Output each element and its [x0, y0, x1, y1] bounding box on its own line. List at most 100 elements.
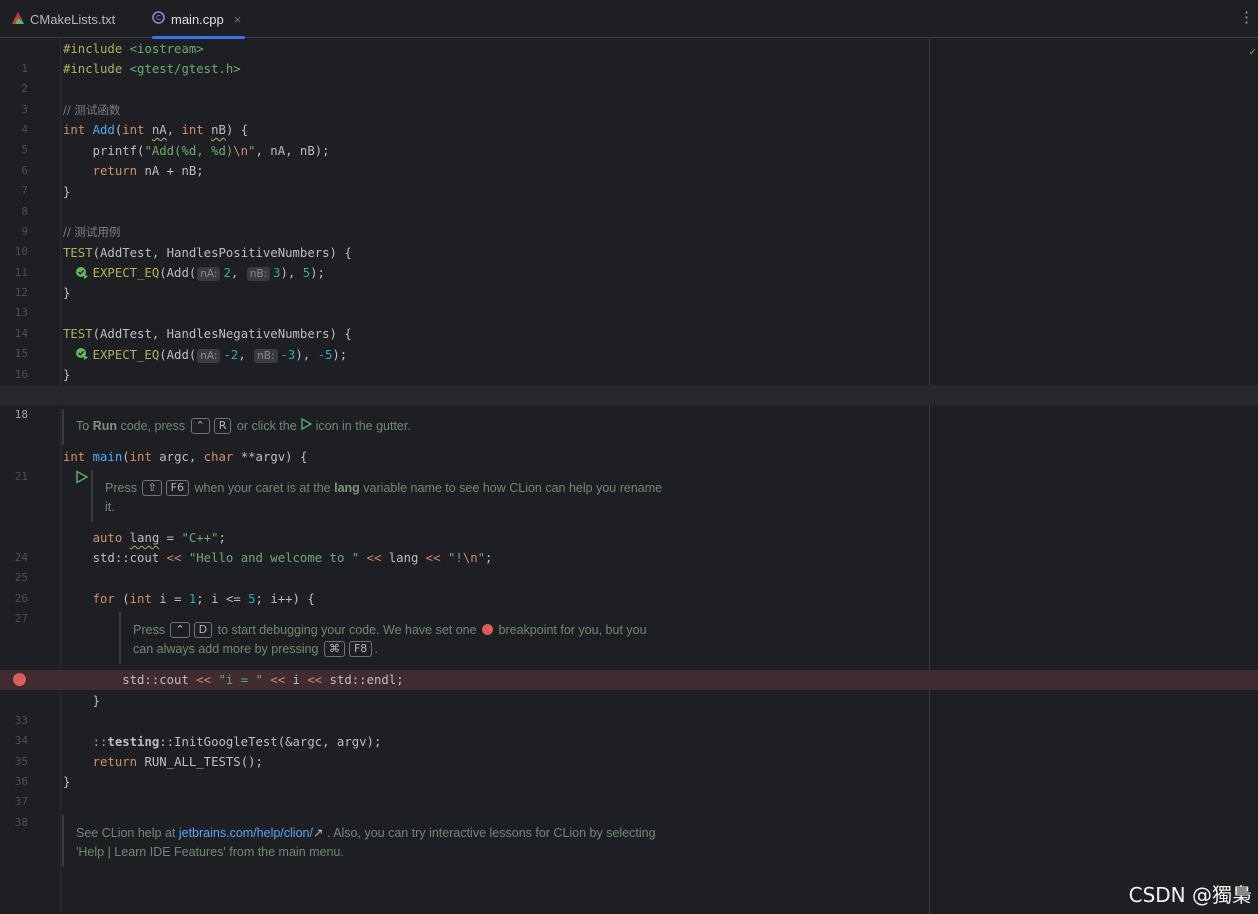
external-link-icon: ↗ — [312, 826, 324, 840]
tip-text: variable name to see how CLion can help … — [359, 481, 663, 495]
token: return — [63, 164, 138, 178]
tip-line: can always add more by pressing ⌘ F8. — [133, 640, 699, 659]
token: std::cout — [63, 673, 197, 687]
code-line: 17 } — [0, 365, 1258, 401]
token: -5 — [317, 348, 333, 362]
close-icon[interactable]: × — [234, 12, 242, 27]
current-line[interactable]: 18 — [0, 385, 1258, 421]
token: ); — [310, 266, 325, 280]
code-text: std::cout << "Hello and welcome to " << … — [63, 548, 493, 568]
token: <gtest/gtest.h> — [129, 62, 241, 76]
code-line: 38 — [0, 793, 1258, 829]
code-line: 24 auto lang = "C++"; — [0, 528, 1258, 564]
token: RUN_ALL_TESTS(); — [137, 755, 263, 769]
token: i = — [151, 592, 189, 606]
tab-main-cpp[interactable]: C main.cpp × — [152, 0, 246, 39]
tip-text: icon in the gutter. — [312, 419, 411, 433]
token: lang — [381, 551, 426, 565]
code-text: TEST(AddTest, HandlesNegativeNumbers) { — [63, 324, 352, 344]
token: EXPECT_EQ — [63, 348, 160, 362]
token: EXPECT_EQ — [63, 266, 160, 280]
token: << — [307, 673, 323, 687]
line-number: 27 — [14, 612, 28, 625]
token: "! — [440, 551, 463, 565]
tip-text: when your caret is at the — [190, 481, 335, 495]
token: return — [63, 755, 138, 769]
token: std::cout — [63, 551, 167, 565]
run-test-passed-icon[interactable] — [31, 246, 89, 279]
run-icon[interactable] — [31, 450, 89, 484]
code-line: 34 — [0, 711, 1258, 747]
tab-label: main.cpp — [171, 11, 224, 27]
token: int — [129, 592, 152, 606]
token: << — [166, 551, 182, 565]
code-line: 4 // 测试函数 — [0, 100, 1258, 136]
code-text: return nA + nB; — [63, 161, 204, 181]
token: ; — [485, 551, 493, 565]
token: ; i++) { — [255, 592, 315, 606]
token: TEST — [63, 246, 93, 260]
token: ), — [295, 348, 318, 362]
token: argc, — [151, 450, 204, 464]
token: nA — [151, 123, 167, 137]
token: ), — [280, 266, 303, 280]
breakpoint-icon — [482, 624, 494, 635]
code-text: auto lang = "C++"; — [63, 528, 226, 548]
key-r: R — [213, 418, 232, 434]
token: -3 — [280, 348, 296, 362]
tip-help: See CLion help at jetbrains.com/help/cli… — [62, 815, 922, 867]
help-link[interactable]: jetbrains.com/help/clion/ — [179, 826, 313, 840]
token: nA + nB; — [137, 164, 204, 178]
parameter-hint: nA: — [197, 349, 221, 363]
watermark: CSDN @獨梟 — [1128, 883, 1252, 907]
token: , — [230, 266, 246, 280]
code-text: return RUN_ALL_TESTS(); — [63, 752, 263, 772]
token: "Hello and welcome to " — [181, 551, 367, 565]
code-text: } — [63, 286, 71, 300]
token: int — [129, 450, 152, 464]
run-icon — [300, 417, 313, 433]
code-line: 6 printf("Add(%d, %d)\n", nA, nB); — [0, 141, 1258, 177]
run-test-passed-icon[interactable] — [31, 327, 89, 360]
token: \n — [233, 144, 249, 158]
tip-text: breakpoint for you, but you — [495, 623, 647, 637]
comment: // 测试用例 — [63, 225, 121, 239]
tip-line: 'Help | Learn IDE Features' from the mai… — [76, 845, 344, 859]
code-line: 12 EXPECT_EQ(Add(nA: 2, nB: 3), 5); — [0, 263, 1258, 299]
key-ctrl: ⌃ — [170, 622, 190, 638]
tip-text: Run — [92, 419, 117, 433]
tip-text: See CLion help at — [76, 826, 179, 840]
code-editor[interactable]: ✓ 1 #include <iostream> 2 #include <gtes… — [0, 39, 1258, 914]
tip-text: To — [76, 419, 93, 433]
key-ctrl: ⌃ — [190, 418, 210, 434]
token: << — [425, 551, 441, 565]
tip-text: lang — [334, 481, 360, 495]
token: << — [270, 673, 286, 687]
token: -2 — [223, 348, 239, 362]
token: 2 — [223, 266, 231, 280]
code-line: 8 } — [0, 182, 1258, 218]
token: ; i <= — [196, 592, 249, 606]
token: "i = " — [211, 673, 271, 687]
breakpoint-icon[interactable] — [13, 673, 26, 686]
code-text: int Add(int nA, int nB) { — [63, 120, 248, 140]
more-tabs-icon[interactable]: ⋮ — [1239, 10, 1254, 25]
key-f8: F8 — [348, 641, 373, 657]
code-text: for (int i = 1; i <= 5; i++) { — [63, 589, 315, 609]
key-f6: F6 — [165, 480, 189, 496]
code-line: 16 EXPECT_EQ(Add(nA: -2, nB: -3), -5); — [0, 345, 1258, 381]
code-line: 11 TEST(AddTest, HandlesPositiveNumbers)… — [0, 243, 1258, 279]
token: auto — [63, 531, 130, 545]
tip-text: Press — [105, 481, 141, 495]
token: #include — [63, 62, 130, 76]
code-line: 21 int main(int argc, char **argv) { — [0, 447, 1258, 484]
token: char — [203, 450, 234, 464]
token: , — [238, 348, 254, 362]
token: for — [63, 592, 115, 606]
token: TEST — [63, 327, 93, 341]
tip-text: code, press — [117, 419, 189, 433]
token: main — [92, 450, 123, 464]
parameter-hint: nB: — [254, 349, 278, 363]
tab-cmakelists[interactable]: CMakeLists.txt — [12, 0, 115, 38]
key-shift: ⇧ — [142, 480, 162, 496]
